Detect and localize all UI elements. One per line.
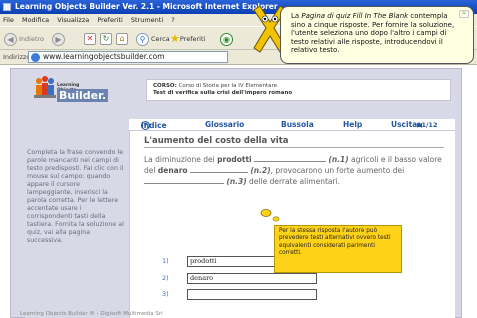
help-balloon-main: ✕ La Pagina di quiz Fill In The Blank co… [280, 6, 474, 64]
chevron-down-icon: ▼ [141, 121, 150, 130]
sentence-part-1: La diminuzione dei [144, 155, 215, 164]
forward-button[interactable]: ▶ [52, 31, 67, 47]
menu-strumenti[interactable]: Strumenti [131, 16, 163, 24]
course-label: CORSO: [153, 83, 177, 89]
lob-frame: Learning Objects Builder. CORSO: Corso d… [10, 68, 462, 318]
forward-arrow-icon: ▶ [52, 32, 65, 46]
answer-input-3[interactable] [187, 289, 317, 300]
media-icon: ◉ [220, 32, 233, 46]
search-button[interactable]: ⚲ Cerca [136, 31, 170, 47]
page-title: L'aumento del costo della vita [144, 136, 444, 148]
lob-logo: Learning Objects Builder. [33, 73, 109, 113]
logo-big-text: Builder. [57, 89, 109, 102]
blank-2 [189, 165, 248, 173]
refresh-button[interactable]: ↻ [100, 31, 112, 47]
sentence-word-2: denaro [157, 166, 188, 175]
stop-icon: ✕ [84, 33, 96, 45]
menu-visualizza[interactable]: Visualizza [57, 16, 89, 24]
course-title: Corso di Storia per la IV Elementare [178, 83, 278, 89]
nav-exit[interactable]: Uscita [391, 120, 417, 129]
sentence-part-3: , provocarono un forte aumento dei [270, 166, 405, 175]
menu-help[interactable]: ? [171, 16, 174, 24]
fill-in-sentence: La diminuzione dei prodotti (n.1) agrico… [144, 154, 444, 187]
address-value: www.learningobjectsbuilder.com [43, 52, 165, 61]
ie-app-icon [3, 3, 11, 11]
blank-1 [254, 154, 326, 162]
favorites-label: Preferiti [179, 35, 206, 43]
window-title: Learning Objects Builder Ver. 2.1 - Micr… [15, 2, 278, 11]
page-footer: Learning Objects Builder ® - Digisoft Mu… [20, 311, 163, 317]
course-info: CORSO: Corso di Storia per la IV Element… [146, 79, 451, 101]
instructions-sidebar: Completa la frase convendo le parole man… [25, 131, 129, 318]
menu-preferiti[interactable]: Preferiti [97, 16, 122, 24]
media-button[interactable]: ◉ [220, 31, 235, 47]
blank-label-3: (n.3) [226, 177, 247, 186]
balloon-answer-text: Per la stessa risposta l'autore può prev… [279, 228, 391, 256]
blank-label-1: (n.1) [328, 155, 349, 164]
help-balloon-answer: Per la stessa risposta l'autore può prev… [274, 225, 402, 273]
search-icon: ⚲ [136, 32, 149, 46]
refresh-icon: ↻ [100, 33, 112, 45]
nav-compass[interactable]: Bussola [281, 120, 314, 129]
blank-label-2: (n.2) [250, 166, 271, 175]
search-label: Cerca [151, 35, 170, 43]
browser-viewport: Learning Objects Builder. CORSO: Corso d… [0, 66, 477, 318]
back-arrow-icon: ◀ [4, 32, 17, 46]
home-icon: ⌂ [116, 33, 128, 45]
menu-file[interactable]: File [3, 16, 14, 24]
star-icon: ★ [170, 32, 180, 45]
course-subtitle: Test di verifica sulla crisi dell'impero… [153, 90, 293, 96]
menu-modifica[interactable]: Modifica [22, 16, 49, 24]
nav-help[interactable]: Help [343, 120, 362, 129]
sentence-word-1: prodotti [217, 155, 252, 164]
stop-button[interactable]: ✕ [84, 31, 96, 47]
lesson-nav: Indice ▼ Glossario Bussola Help Uscita ◀… [129, 119, 455, 131]
globe-icon [31, 53, 40, 62]
nav-glossary[interactable]: Glossario [205, 120, 244, 129]
answer-number: 3) [162, 290, 169, 298]
address-input[interactable]: www.learningobjectsbuilder.com [28, 51, 228, 63]
close-icon[interactable]: ✕ [459, 10, 469, 18]
people-logo-icon [34, 76, 56, 98]
answer-number: 1) [162, 257, 169, 265]
next-page-icon[interactable]: ▶ [417, 121, 422, 129]
balloon-text-emphasis: Pagina di quiz Fill In The Blank [301, 12, 409, 20]
answer-input-2[interactable]: denaro [187, 273, 317, 284]
blank-3 [144, 176, 224, 184]
home-button[interactable]: ⌂ [116, 31, 128, 47]
address-label: Indirizzo [3, 53, 31, 61]
back-label: Indietro [19, 35, 45, 43]
sentence-part-4: delle derrate alimentari. [249, 177, 341, 186]
answer-number: 2) [162, 274, 169, 282]
favorites-button[interactable]: ★Preferiti [170, 31, 205, 47]
balloon-text-pre: La [291, 12, 302, 20]
back-button[interactable]: ◀ Indietro [4, 31, 44, 47]
instructions-text: Completa la frase convendo le parole man… [27, 149, 124, 244]
